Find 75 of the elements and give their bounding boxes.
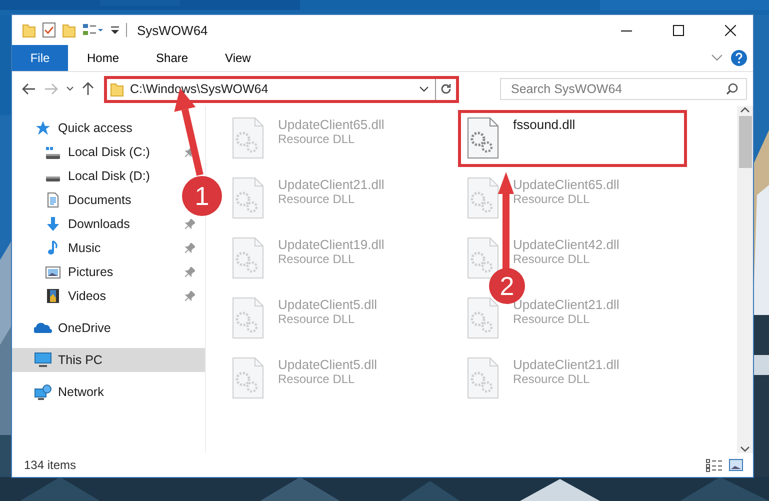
details-view-icon[interactable] xyxy=(706,458,723,472)
recent-locations-button[interactable] xyxy=(66,86,74,92)
refresh-icon[interactable] xyxy=(440,83,452,95)
scrollbar[interactable] xyxy=(737,106,753,453)
file-type: Resource DLL xyxy=(278,312,356,326)
close-icon[interactable] xyxy=(724,24,736,36)
view-options-icon[interactable] xyxy=(82,23,104,37)
monitor-icon xyxy=(34,352,52,368)
file-gear-icon xyxy=(232,117,264,159)
file-type: Resource DLL xyxy=(278,192,356,206)
file-gear-icon xyxy=(232,357,264,399)
search-icon xyxy=(726,83,738,95)
file-item[interactable]: fssound.dll xyxy=(458,110,687,167)
file-gear-icon xyxy=(467,117,499,159)
pin-icon[interactable] xyxy=(185,291,195,301)
file-type: Resource DLL xyxy=(278,252,356,266)
large-icons-view-icon[interactable] xyxy=(729,459,743,471)
pin-icon[interactable] xyxy=(185,243,195,253)
cloud-icon xyxy=(34,321,52,335)
file-gear-icon xyxy=(232,177,264,219)
sidebar-item[interactable]: Music xyxy=(68,241,101,255)
file-gear-icon xyxy=(232,237,264,279)
file-gear-icon xyxy=(467,297,499,339)
network-icon xyxy=(34,384,52,400)
sidebar-item[interactable]: Videos xyxy=(68,289,106,303)
pin-icon[interactable] xyxy=(185,219,195,229)
file-type: Resource DLL xyxy=(513,252,591,266)
ribbon-tab[interactable]: Share xyxy=(137,45,206,71)
checklist-icon[interactable] xyxy=(42,22,56,38)
star-icon xyxy=(35,120,51,136)
file-type: Resource DLL xyxy=(278,372,356,386)
sidebar-item[interactable]: Downloads xyxy=(68,217,130,231)
sidebar-item[interactable]: Local Disk (D:) xyxy=(68,169,150,183)
file-gear-icon xyxy=(467,177,499,219)
file-tab[interactable]: File xyxy=(12,45,68,71)
ribbon-tab[interactable]: View xyxy=(206,45,269,71)
drive-icon xyxy=(45,146,61,158)
scrollbar-thumb[interactable] xyxy=(738,116,752,168)
window-title: SysWOW64 xyxy=(137,22,209,38)
file-gear-icon xyxy=(467,237,499,279)
picture-frame-icon xyxy=(45,264,61,280)
scroll-down-icon[interactable] xyxy=(740,445,750,453)
step-badge: 1 xyxy=(182,176,222,216)
address-bar[interactable]: C:\Windows\SysWOW64 xyxy=(104,76,459,102)
file-gear-icon xyxy=(467,357,499,399)
pin-icon[interactable] xyxy=(185,267,195,277)
sidebar-item[interactable]: Pictures xyxy=(68,265,114,279)
file-name[interactable]: fssound.dll xyxy=(513,117,576,132)
document-icon xyxy=(45,192,61,208)
file-type: Resource DLL xyxy=(513,372,591,386)
sidebar-item[interactable]: Documents xyxy=(68,193,132,207)
scroll-up-icon[interactable] xyxy=(740,106,750,114)
sidebar-item[interactable]: This PC xyxy=(58,353,102,367)
chevron-icon[interactable] xyxy=(711,54,723,62)
folder-icon xyxy=(110,81,124,97)
back-button[interactable] xyxy=(22,83,36,95)
file-type: Resource DLL xyxy=(513,312,591,326)
sidebar-item[interactable]: Quick access xyxy=(58,121,132,135)
maximize-icon[interactable] xyxy=(672,24,684,36)
drive-icon xyxy=(45,176,61,182)
sidebar-item[interactable]: OneDrive xyxy=(58,321,111,335)
help-icon[interactable] xyxy=(731,50,747,66)
film-icon xyxy=(45,288,61,304)
file-type: Resource DLL xyxy=(278,132,356,146)
ribbon-tab[interactable]: Home xyxy=(68,45,138,71)
download-arrow-icon xyxy=(45,216,61,232)
up-button[interactable] xyxy=(82,82,94,96)
sidebar-item[interactable]: Local Disk (C:) xyxy=(68,145,150,159)
item-count: 134 items xyxy=(24,458,78,472)
selected-row[interactable]: This PC xyxy=(12,348,205,372)
file-gear-icon xyxy=(232,297,264,339)
dropdown-arrow-icon[interactable] xyxy=(110,24,120,36)
search-box[interactable]: Search SysWOW64 xyxy=(500,78,747,100)
sidebar-item[interactable]: Network xyxy=(58,385,104,399)
file-type: Resource DLL xyxy=(513,192,591,206)
